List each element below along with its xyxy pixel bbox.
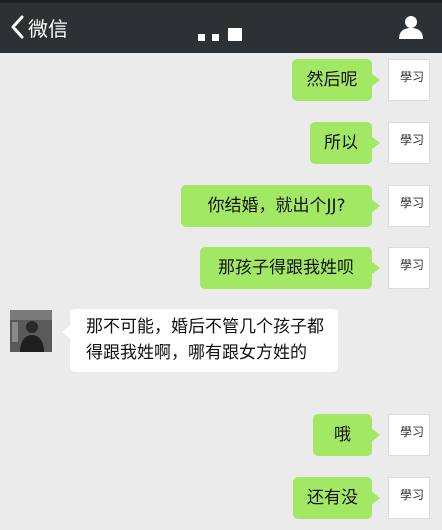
my-avatar[interactable]: 學习 xyxy=(388,59,430,101)
person-icon xyxy=(399,16,423,39)
outgoing-message-bubble[interactable]: 你结婚，就出个JJ? xyxy=(181,185,380,227)
outgoing-message-bubble[interactable]: 还有没 xyxy=(293,477,380,519)
svg-text:學习: 學习 xyxy=(400,196,424,210)
my-avatar[interactable]: 學习 xyxy=(388,414,430,456)
svg-text:學习: 學习 xyxy=(400,133,424,147)
outgoing-message-bubble[interactable]: 然后呢 xyxy=(292,59,380,101)
incoming-message-bubble[interactable]: 那不可能，婚后不管几个孩子都得跟我姓啊，哪有跟女方姓的 xyxy=(62,309,338,372)
svg-text:學习: 學习 xyxy=(400,425,424,439)
svg-text:學习: 學习 xyxy=(400,488,424,502)
chat-info-button[interactable] xyxy=(398,14,424,40)
outgoing-message-bubble[interactable]: 那孩子得跟我姓呗 xyxy=(200,247,380,289)
avatar-calligraphy-image: 學习 xyxy=(400,70,424,84)
avatar-calligraphy-image: 學习 xyxy=(400,133,424,147)
chevron-left-icon xyxy=(11,15,24,39)
avatar-calligraphy-image: 學习 xyxy=(400,425,424,439)
top-bar: 微信 xyxy=(0,0,442,53)
back-label: 微信 xyxy=(28,16,68,41)
avatar-calligraphy-image: 學习 xyxy=(400,258,424,272)
my-avatar[interactable]: 學习 xyxy=(388,477,430,519)
svg-text:學习: 學习 xyxy=(400,258,424,272)
avatar-calligraphy-image: 學习 xyxy=(400,488,424,502)
contact-avatar[interactable] xyxy=(10,310,52,352)
outgoing-message-bubble[interactable]: 所以 xyxy=(310,122,380,164)
back-button[interactable]: 微信 xyxy=(10,11,68,43)
my-avatar[interactable]: 學习 xyxy=(388,185,430,227)
avatar-calligraphy-image: 學习 xyxy=(400,196,424,210)
status-strip xyxy=(0,0,442,3)
my-avatar[interactable]: 學习 xyxy=(388,247,430,289)
contact-photo-image xyxy=(10,310,52,352)
my-avatar[interactable]: 學习 xyxy=(388,122,430,164)
outgoing-message-bubble[interactable]: 哦 xyxy=(313,414,380,456)
svg-text:學习: 學习 xyxy=(400,70,424,84)
